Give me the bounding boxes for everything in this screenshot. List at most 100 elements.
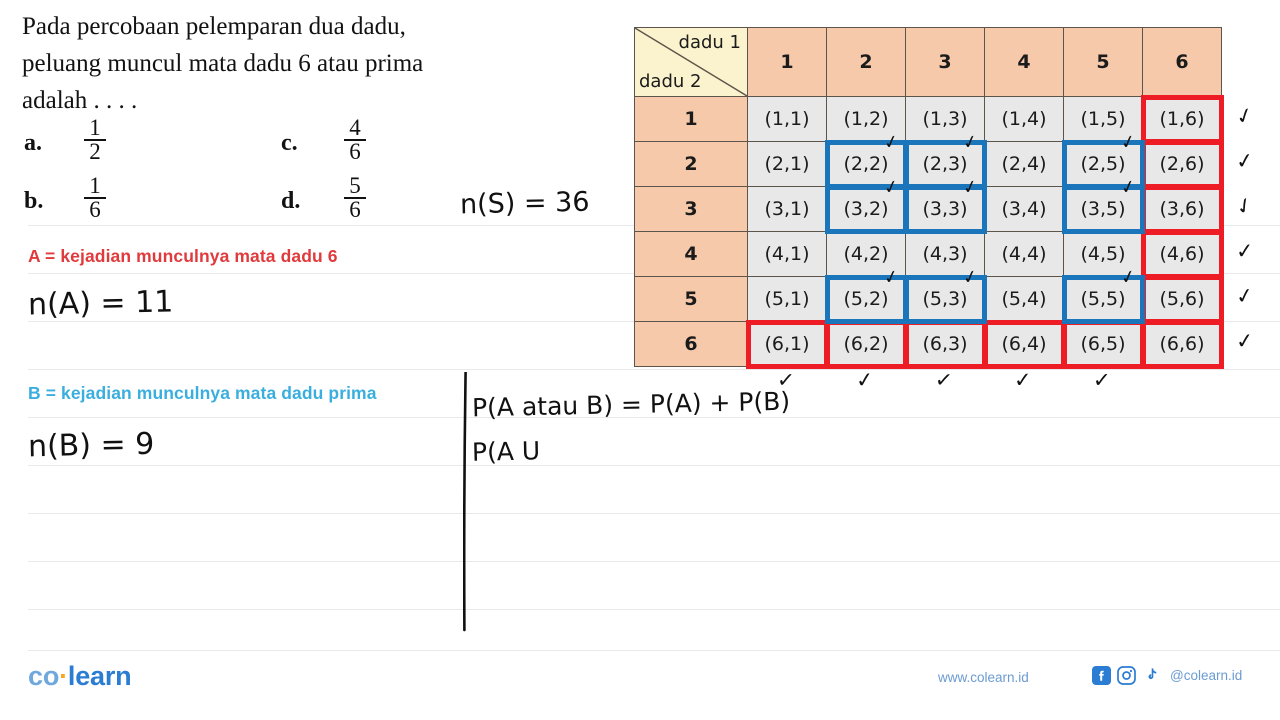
outcome-cell-3-5: (3,5)	[1063, 186, 1143, 232]
social-handle: @colearn.id	[1170, 668, 1243, 683]
outcome-cell-1-5: (1,5)	[1063, 96, 1143, 142]
option-a-label[interactable]: a.	[24, 130, 42, 157]
table-row: 4 (4,1) (4,2) (4,3) (4,4) (4,5) (4,6)	[634, 231, 1222, 277]
tiktok-icon[interactable]	[1142, 666, 1161, 685]
outcome-cell-5-3: (5,3)	[905, 276, 985, 322]
outcome-cell-2-2: (2,2)	[826, 141, 906, 187]
option-b-label[interactable]: b.	[24, 188, 43, 215]
table-row: 2 (2,1) (2,2) (2,3) (2,4) (2,5) (2,6)	[634, 141, 1222, 187]
row-header-1: 1	[634, 96, 748, 142]
instagram-icon[interactable]	[1117, 666, 1136, 685]
outcome-cell-2-4: (2,4)	[984, 141, 1064, 187]
logo-learn: learn	[67, 661, 132, 691]
rule-line	[28, 609, 1280, 610]
outcome-cell-4-3: (4,3)	[905, 231, 985, 277]
outcome-cell-4-5: (4,5)	[1063, 231, 1143, 277]
check-mark: ✓	[1234, 238, 1254, 264]
event-b-definition: B = kejadian munculnya mata dadu prima	[28, 383, 377, 403]
table-header-row: dadu 1 dadu 2 123456	[634, 27, 1222, 97]
table-row: 1 (1,1) (1,2) (1,3) (1,4) (1,5) (1,6)	[634, 96, 1222, 142]
question-line-2: peluang muncul mata dadu 6 atau prima	[22, 50, 424, 77]
option-c-numerator: 4	[349, 115, 361, 140]
row-header-5: 5	[634, 276, 748, 322]
outcome-cell-5-6: (5,6)	[1142, 276, 1222, 322]
dice-outcome-table: dadu 1 dadu 2 1 2 3 4 5 6 1 (1,1) (1,2) (1,3) (1,4)(…	[634, 27, 1222, 367]
row-header-2: 2	[634, 141, 748, 187]
rule-line	[28, 513, 1280, 514]
outcome-cell-3-2: (3,2)	[826, 186, 906, 232]
option-d-numerator: 5	[349, 173, 361, 198]
row-header-6: 6	[634, 321, 748, 367]
option-d-denominator: 6	[349, 197, 361, 222]
outcome-cell-6-2: (6,2)	[826, 321, 906, 367]
check-mark: ✓	[854, 366, 875, 393]
option-a-denominator: 2	[89, 139, 101, 164]
question-text: Pada percobaan pelemparan dua dadu, pelu…	[22, 8, 562, 119]
column-header-4: 4	[984, 27, 1064, 97]
check-mark: ✓	[1233, 147, 1255, 175]
option-b-numerator: 1	[89, 173, 101, 198]
outcome-cell-6-4: (6,4)	[984, 321, 1064, 367]
outcome-cell-6-1: (6,1)	[747, 321, 827, 367]
corner-inner: dadu 1 dadu 2	[635, 28, 747, 96]
column-header-3: 3	[905, 27, 985, 97]
outcome-cell-2-1: (2,1)	[747, 141, 827, 187]
row-header-4: 4	[634, 231, 748, 277]
rule-line	[28, 561, 1280, 562]
outcome-cell-5-1: (5,1)	[747, 276, 827, 322]
outcome-cell-1-4: (1,4)	[984, 96, 1064, 142]
outcome-cell-4-4: (4,4)	[984, 231, 1064, 277]
check-mark: ✓	[1233, 282, 1255, 310]
outcome-cell-3-3: (3,3)	[905, 186, 985, 232]
outcome-cell-5-5: (5,5)	[1063, 276, 1143, 322]
outcome-cell-1-3: (1,3)	[905, 96, 985, 142]
rule-line	[28, 369, 1280, 370]
option-c-fraction[interactable]: 4 6	[338, 115, 372, 163]
outcome-cell-2-5: (2,5)	[1063, 141, 1143, 187]
event-a-definition: A = kejadian munculnya mata dadu 6	[28, 246, 338, 266]
option-c-label[interactable]: c.	[281, 130, 298, 157]
question-line-3: adalah . . . .	[22, 87, 138, 114]
question-line-1: Pada percobaan pelemparan dua dadu,	[22, 13, 406, 40]
option-a-fraction[interactable]: 1 2	[78, 115, 112, 164]
outcome-cell-6-5: (6,5)	[1063, 321, 1143, 367]
handwritten-divider-line	[463, 372, 467, 632]
outcome-cell-3-6: (3,6)	[1142, 186, 1222, 232]
column-header-1: 1	[747, 27, 827, 97]
outcome-cell-1-6: (1,6)	[1142, 96, 1222, 142]
row-header-3: 3	[634, 186, 748, 232]
table-row: 6 (6,1) (6,2) (6,3) (6,4) (6,5) (6,6)	[634, 321, 1222, 367]
option-d-fraction[interactable]: 5 6	[338, 173, 372, 222]
option-b-denominator: 6	[89, 197, 101, 222]
option-b-fraction[interactable]: 1 6	[78, 173, 112, 222]
handwritten-formula-2: P(A U	[471, 436, 541, 467]
check-mark: ✓	[1234, 328, 1255, 354]
social-links: @colearn.id	[1092, 666, 1242, 685]
outcome-cell-4-1: (4,1)	[747, 231, 827, 277]
check-mark: ✓	[1232, 101, 1257, 131]
handwritten-n-s: n(S) = 36	[459, 186, 590, 221]
check-mark: ✓	[1013, 367, 1033, 392]
option-a-numerator: 1	[89, 115, 101, 140]
outcome-cell-2-6: (2,6)	[1142, 141, 1222, 187]
check-mark: ✓	[1230, 191, 1258, 221]
logo-co: co	[28, 661, 60, 691]
rule-line	[28, 465, 1280, 466]
column-header-5: 5	[1063, 27, 1143, 97]
table-row: 5 (5,1) (5,2) (5,3) (5,4) (5,5) (5,6)	[634, 276, 1222, 322]
outcome-cell-3-1: (3,1)	[747, 186, 827, 232]
table-row: 3 (3,1) (3,2) (3,3) (3,4) (3,5) (3,6)	[634, 186, 1222, 232]
corner-label-dadu-2: dadu 2	[639, 71, 702, 92]
outcome-cell-4-2: (4,2)	[826, 231, 906, 277]
page-footer: co·learn www.colearn.id @colearn.id	[0, 648, 1280, 720]
outcome-cell-4-6: (4,6)	[1142, 231, 1222, 277]
column-header-6: 6	[1142, 27, 1222, 97]
colearn-logo: co·learn	[28, 661, 132, 692]
column-header-2: 2	[826, 27, 906, 97]
table-corner-cell: dadu 1 dadu 2	[634, 27, 748, 97]
outcome-cell-2-3: (2,3)	[905, 141, 985, 187]
option-d-label[interactable]: d.	[281, 188, 300, 215]
website-url[interactable]: www.colearn.id	[938, 670, 1029, 685]
facebook-icon[interactable]	[1092, 666, 1111, 685]
outcome-cell-1-2: (1,2)	[826, 96, 906, 142]
